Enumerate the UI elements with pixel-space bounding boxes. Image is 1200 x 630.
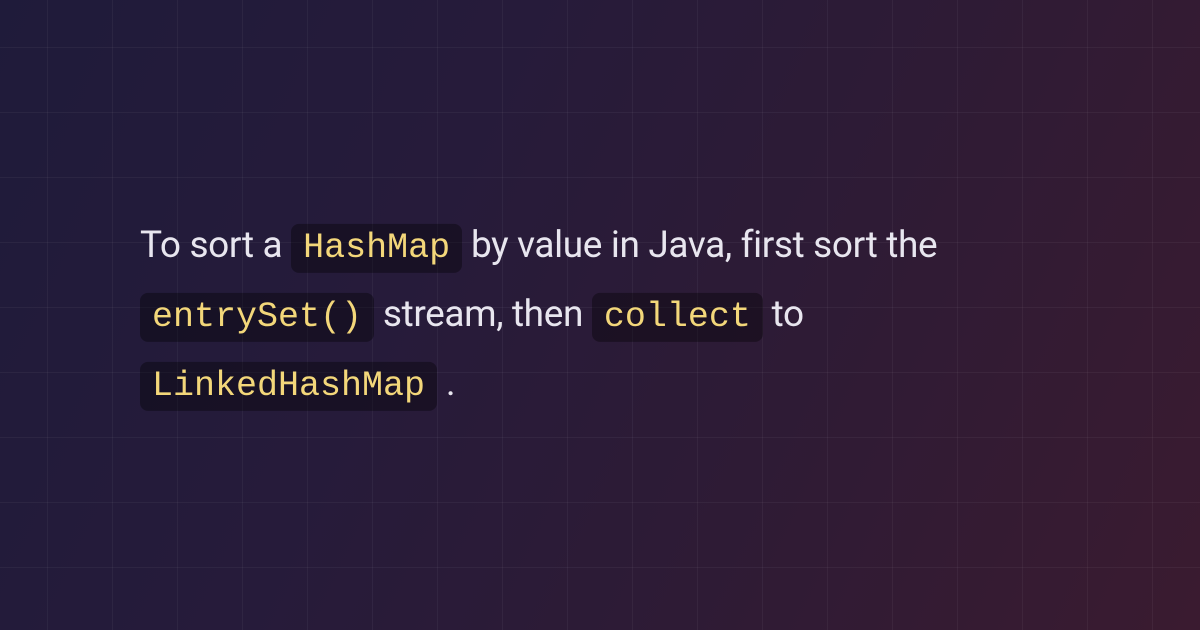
text-segment: stream, then	[383, 293, 592, 336]
description-paragraph: To sort a HashMap by value in Java, firs…	[140, 212, 1060, 418]
code-linkedhashmap: LinkedHashMap	[140, 361, 437, 410]
text-segment: .	[446, 361, 455, 404]
text-segment: To sort a	[140, 224, 291, 267]
code-entryset: entrySet()	[140, 293, 374, 342]
content-container: To sort a HashMap by value in Java, firs…	[120, 212, 1080, 418]
text-segment: to	[772, 293, 804, 336]
code-hashmap: HashMap	[291, 224, 462, 273]
code-collect: collect	[592, 293, 763, 342]
text-segment: by value in Java, first sort the	[471, 224, 937, 267]
